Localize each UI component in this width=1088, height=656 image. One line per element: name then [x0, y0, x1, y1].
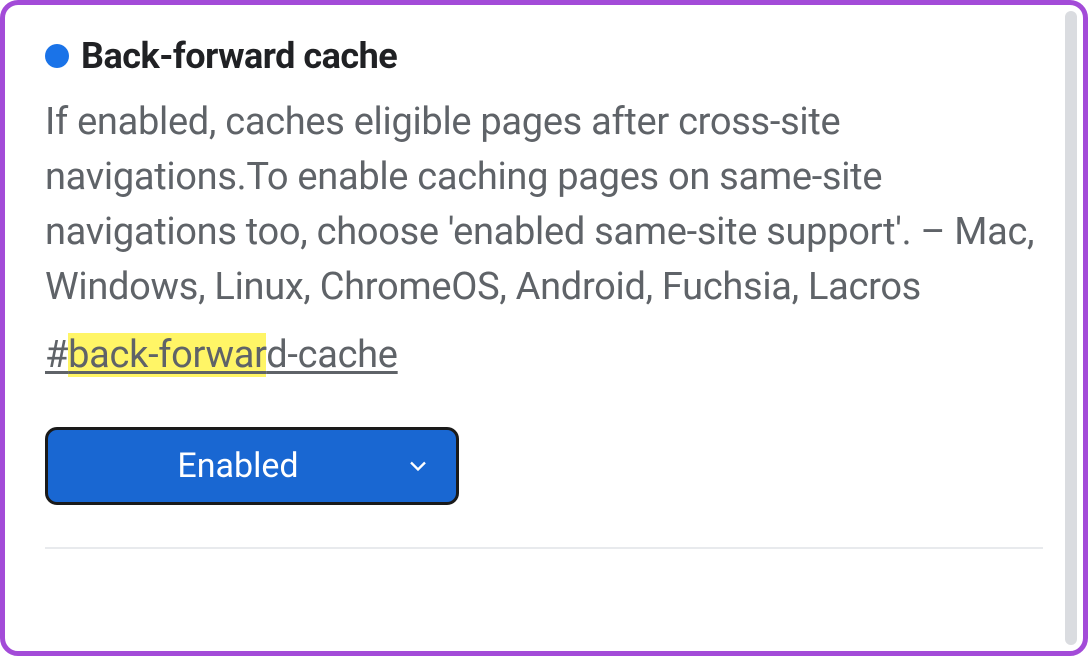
flag-anchor-link[interactable]: #back-forward-cache [45, 333, 398, 377]
flag-title: Back-forward cache [81, 35, 397, 77]
chevron-down-icon [404, 452, 432, 480]
flag-content: Back-forward cache If enabled, caches el… [5, 5, 1083, 579]
divider [45, 547, 1043, 549]
status-dot-icon [45, 44, 69, 68]
anchor-suffix: d-cache [266, 333, 397, 377]
flag-header: Back-forward cache [45, 35, 1043, 77]
anchor-highlight: back-forwar [68, 333, 266, 377]
flag-state-dropdown[interactable]: Enabled [45, 427, 459, 505]
dropdown-selected-label: Enabled [72, 446, 404, 486]
scrollbar[interactable] [1065, 11, 1077, 645]
flag-card-frame: Back-forward cache If enabled, caches el… [0, 0, 1088, 656]
flag-description: If enabled, caches eligible pages after … [45, 95, 1043, 315]
anchor-prefix: # [45, 333, 68, 377]
